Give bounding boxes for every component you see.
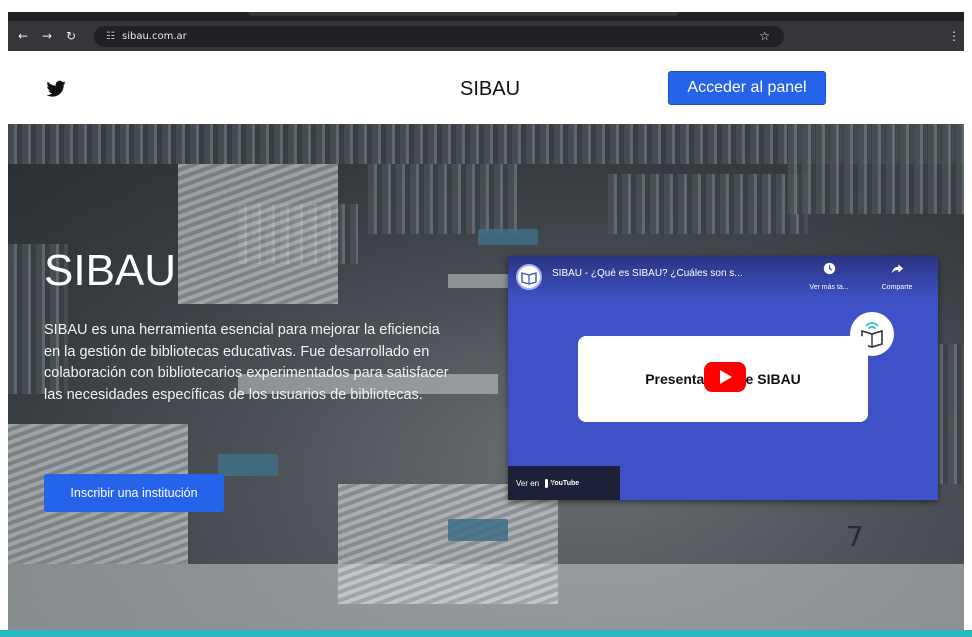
watch-on-youtube-button[interactable]: Ver en YouTube: [508, 466, 620, 500]
hero-section: 7 SIBAU SIBAU es una herramienta esencia…: [8, 124, 964, 630]
browser-chrome: ← → ↻ ☷ sibau.com.ar ☆ ⋮: [0, 0, 972, 56]
hero-description: SIBAU es una herramienta esencial para m…: [44, 322, 449, 403]
browser-toolbar: ← → ↻ ☷ sibau.com.ar ☆ ⋮: [8, 21, 964, 51]
access-panel-button[interactable]: Acceder al panel: [668, 71, 826, 105]
star-icon[interactable]: ☆: [759, 26, 770, 47]
youtube-embed[interactable]: SIBAU - ¿Qué es SIBAU? ¿Cuáles son s... …: [508, 256, 938, 500]
address-bar[interactable]: ☷ sibau.com.ar ☆: [94, 26, 784, 47]
forward-icon[interactable]: →: [38, 27, 56, 45]
register-institution-button[interactable]: Inscribir una institución: [44, 474, 224, 512]
share-button[interactable]: Comparte: [872, 262, 922, 291]
site-brand[interactable]: SIBAU: [460, 56, 520, 122]
share-icon: [891, 264, 903, 274]
site-settings-icon[interactable]: ☷: [106, 28, 115, 45]
video-title[interactable]: SIBAU - ¿Qué es SIBAU? ¿Cuáles son s...: [552, 268, 743, 279]
share-label: Comparte: [881, 284, 913, 291]
watch-later-button[interactable]: Ver más ta...: [804, 262, 854, 291]
site-header: SIBAU Acceder al panel: [8, 56, 964, 124]
hero-title: SIBAU: [44, 246, 177, 295]
watch-on-label: Ver en: [516, 478, 540, 488]
kebab-menu-icon[interactable]: ⋮: [948, 27, 960, 45]
channel-avatar[interactable]: [516, 264, 542, 290]
play-icon[interactable]: [704, 362, 746, 392]
clock-icon: [823, 262, 835, 275]
bottom-accent-bar: [0, 630, 972, 637]
twitter-icon[interactable]: [45, 78, 67, 100]
watch-later-label: Ver más ta...: [809, 284, 849, 291]
active-tab[interactable]: [248, 12, 678, 16]
floor-number: 7: [846, 520, 864, 553]
youtube-logo-icon: YouTube: [545, 477, 579, 489]
back-icon[interactable]: ←: [14, 27, 32, 45]
reload-icon[interactable]: ↻: [62, 27, 80, 45]
address-url[interactable]: sibau.com.ar: [122, 26, 187, 47]
